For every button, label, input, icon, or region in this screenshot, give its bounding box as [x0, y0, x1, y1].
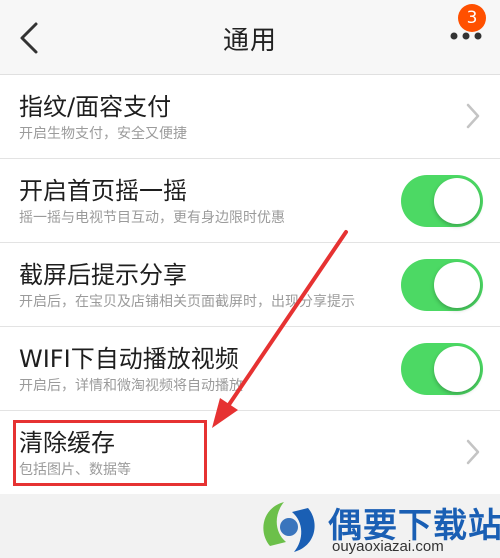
- setting-title: 开启首页摇一摇: [19, 177, 187, 205]
- watermark-logo-icon: [263, 502, 315, 552]
- annotation-highlight-box: [13, 420, 207, 486]
- watermark: 偶要下载站 ouyaoxiazai.com: [256, 496, 500, 558]
- setting-title: WIFI下自动播放视频: [19, 345, 239, 373]
- setting-row-shake: 开启首页摇一摇 摇一摇与电视节目互动，更有身边限时优惠: [0, 159, 500, 243]
- setting-subtitle: 开启后，在宝贝及店铺相关页面截屏时，出现分享提示: [19, 294, 355, 310]
- chevron-right-icon: [466, 103, 480, 129]
- setting-row-wifi-autoplay: WIFI下自动播放视频 开启后，详情和微淘视频将自动播放: [0, 327, 500, 411]
- setting-title: 指纹/面容支付: [19, 93, 172, 121]
- page-title: 通用: [222, 26, 277, 56]
- notification-badge: 3: [458, 4, 486, 32]
- setting-subtitle: 开启后，详情和微淘视频将自动播放: [19, 378, 243, 394]
- nav-bar: 通用 3: [0, 0, 500, 75]
- wifi-autoplay-toggle[interactable]: [401, 343, 483, 395]
- chevron-right-icon: [466, 439, 480, 465]
- screenshot-share-toggle[interactable]: [401, 259, 483, 311]
- setting-row-screenshot-share: 截屏后提示分享 开启后，在宝贝及店铺相关页面截屏时，出现分享提示: [0, 243, 500, 327]
- watermark-url: ouyaoxiazai.com: [332, 538, 444, 555]
- setting-subtitle: 摇一摇与电视节目互动，更有身边限时优惠: [19, 210, 285, 226]
- toggle-knob: [434, 262, 480, 308]
- toggle-knob: [434, 178, 480, 224]
- setting-row-biometric-pay[interactable]: 指纹/面容支付 开启生物支付，安全又便捷: [0, 75, 500, 159]
- setting-subtitle: 开启生物支付，安全又便捷: [19, 126, 187, 142]
- shake-toggle[interactable]: [401, 175, 483, 227]
- setting-title: 截屏后提示分享: [19, 261, 187, 289]
- toggle-knob: [434, 346, 480, 392]
